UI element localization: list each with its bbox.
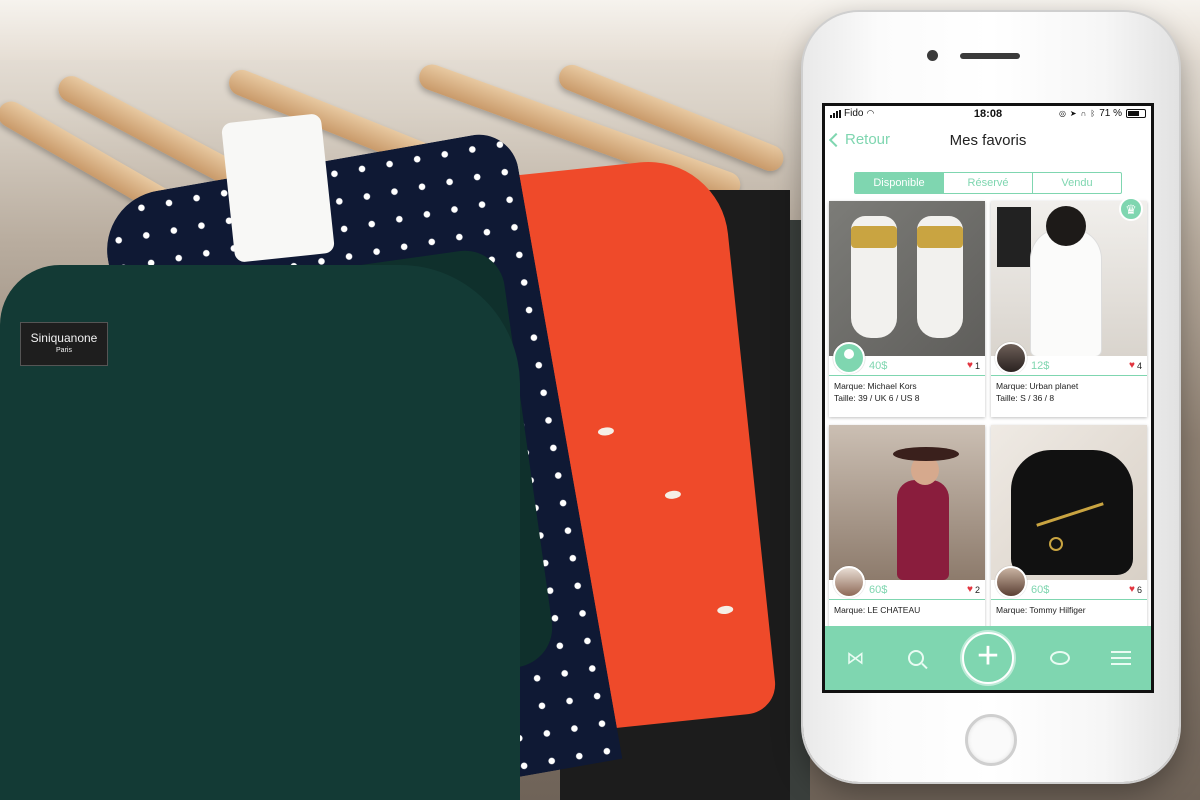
wifi-icon: ◠ — [866, 108, 875, 118]
product-info: Marque: Michael Kors Taille: 39 / UK 6 /… — [829, 376, 985, 408]
product-info: Marque: Tommy Hilfiger — [991, 600, 1147, 620]
segment-reserve[interactable]: Réservé — [943, 173, 1032, 193]
earpiece-speaker — [960, 53, 1020, 59]
bluetooth-icon: ᛒ — [1090, 109, 1096, 118]
product-price: 12$ — [1031, 359, 1050, 372]
phone-screen: Fido ◠ 18:08 ◎ ➤ ∩ ᛒ 71 % Retour Mes fav… — [822, 103, 1154, 693]
status-bar: Fido ◠ 18:08 ◎ ➤ ∩ ᛒ 71 % — [825, 106, 1151, 121]
seller-avatar[interactable] — [833, 342, 865, 374]
product-photo-backpack[interactable] — [991, 425, 1147, 580]
bowtie-icon[interactable]: ⋈ — [840, 643, 870, 673]
product-photo-sneakers[interactable] — [829, 201, 985, 356]
add-item-button[interactable]: + — [961, 632, 1014, 684]
product-brand: Marque: Urban planet — [996, 381, 1079, 391]
like-count[interactable]: ♥ 1 — [967, 360, 985, 371]
product-card[interactable]: 60$ ♥ 2 Marque: LE CHATEAU — [829, 425, 985, 641]
home-button[interactable] — [965, 714, 1017, 766]
clock: 18:08 — [973, 107, 1003, 120]
product-grid: 40$ ♥ 1 Marque: Michael Kors Taille: 39 … — [829, 197, 1151, 641]
menu-icon[interactable] — [1106, 643, 1136, 673]
carrier-name: Fido — [844, 108, 864, 119]
chat-icon[interactable] — [1045, 643, 1075, 673]
battery-icon — [1125, 109, 1146, 118]
segment-vendu[interactable]: Vendu — [1032, 173, 1121, 193]
crown-icon: ♛ — [1119, 197, 1143, 221]
like-count[interactable]: ♥ 4 — [1129, 360, 1147, 371]
heart-icon: ♥ — [1129, 360, 1135, 371]
product-card[interactable]: 60$ ♥ 6 Marque: Tommy Hilfiger — [991, 425, 1147, 641]
navigation-bar: Retour Mes favoris — [825, 121, 1151, 163]
price-row: 12$ ♥ 4 — [991, 342, 1147, 376]
product-photo-dress[interactable] — [829, 425, 985, 580]
like-count[interactable]: ♥ 2 — [967, 584, 985, 595]
product-size: Taille: 39 / UK 6 / US 8 — [834, 393, 920, 403]
product-info: Marque: LE CHATEAU — [829, 600, 985, 620]
heart-icon: ♥ — [1129, 584, 1135, 595]
heart-icon: ♥ — [967, 360, 973, 371]
price-row: 40$ ♥ 1 — [829, 342, 985, 376]
phone-device: Fido ◠ 18:08 ◎ ➤ ∩ ᛒ 71 % Retour Mes fav… — [803, 12, 1179, 782]
product-price: 40$ — [869, 359, 888, 372]
product-price: 60$ — [1031, 583, 1050, 596]
location-icon: ➤ — [1069, 109, 1077, 118]
product-card[interactable]: ♛ 12$ ♥ 4 Marque: Urban planet Taille: S… — [991, 197, 1147, 417]
front-camera — [927, 50, 938, 61]
product-brand: Marque: LE CHATEAU — [834, 605, 921, 615]
page-title: Mes favoris — [949, 132, 1027, 149]
white-collar — [220, 113, 336, 263]
product-brand: Marque: Michael Kors — [834, 381, 917, 391]
product-price: 60$ — [869, 583, 888, 596]
product-brand: Marque: Tommy Hilfiger — [996, 605, 1086, 615]
price-row: 60$ ♥ 6 — [991, 566, 1147, 600]
seller-avatar[interactable] — [833, 566, 865, 598]
segment-disponible[interactable]: Disponible — [855, 173, 943, 193]
clothing-brand-label: Siniquanone Paris — [20, 322, 108, 366]
like-count[interactable]: ♥ 6 — [1129, 584, 1147, 595]
headphones-icon: ∩ — [1080, 109, 1087, 118]
product-photo-jumpsuit[interactable] — [991, 201, 1147, 356]
price-row: 60$ ♥ 2 — [829, 566, 985, 600]
heart-icon: ♥ — [967, 584, 973, 595]
product-size: Taille: S / 36 / 8 — [996, 393, 1055, 403]
seller-avatar[interactable] — [995, 342, 1027, 374]
seller-avatar[interactable] — [995, 566, 1027, 598]
availability-segmented-control: Disponible Réservé Vendu — [854, 172, 1122, 194]
battery-percent: 71 % — [1099, 108, 1122, 119]
search-icon[interactable] — [901, 643, 931, 673]
tab-bar: ⋈ + — [825, 626, 1151, 690]
product-info: Marque: Urban planet Taille: S / 36 / 8 — [991, 376, 1147, 408]
signal-icon — [830, 109, 841, 118]
alarm-icon: ◎ — [1058, 109, 1066, 118]
product-card[interactable]: 40$ ♥ 1 Marque: Michael Kors Taille: 39 … — [829, 201, 985, 417]
